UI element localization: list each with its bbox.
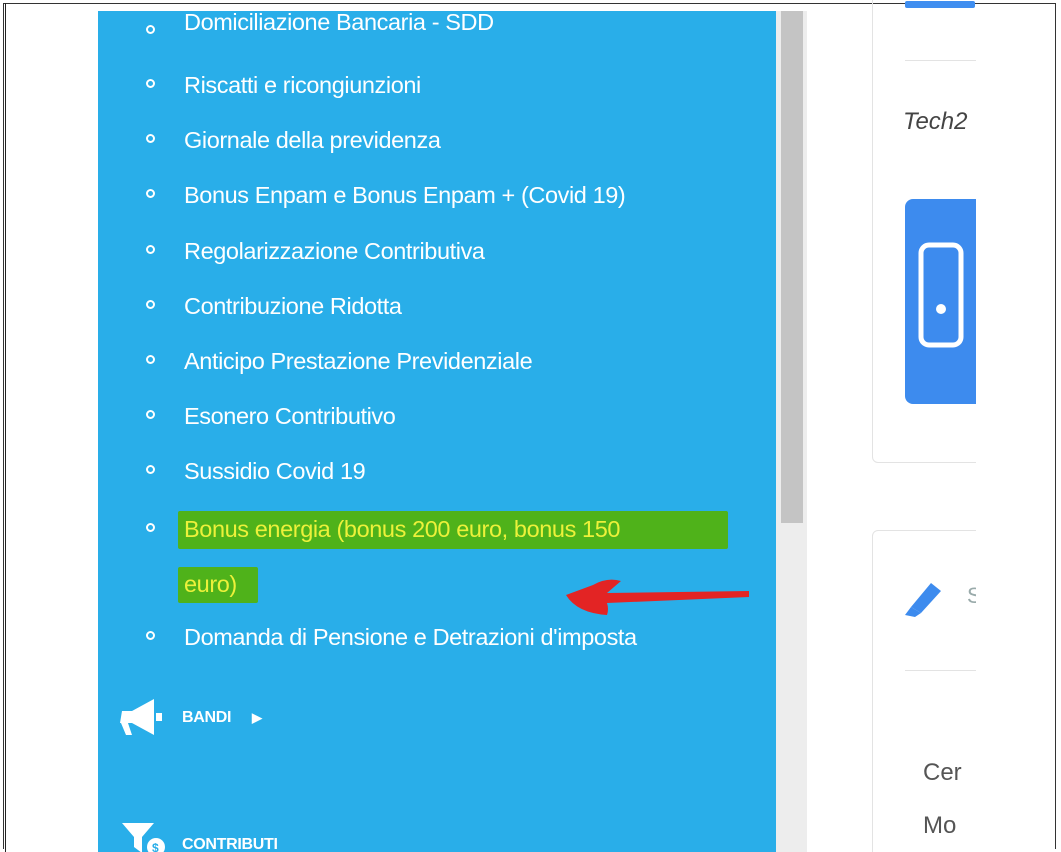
section-label: CONTRIBUTI (182, 836, 278, 852)
sidebar-item-label: Giornale della previdenza (184, 127, 441, 153)
divider (905, 60, 976, 61)
bullet-icon (146, 465, 155, 474)
bullet-icon (146, 300, 155, 309)
sidebar-item-label: Contribuzione Ridotta (184, 293, 402, 319)
bullet-icon (146, 631, 155, 640)
red-arrow-annotation (566, 579, 749, 615)
sidebar-item-label-cont: euro) (184, 571, 237, 597)
sidebar-section-contributi[interactable]: $ CONTRIBUTI (120, 819, 370, 852)
sidebar-item-contribuzione-ridotta[interactable]: Contribuzione Ridotta (98, 286, 776, 326)
card-title: Tech2 (903, 108, 968, 135)
sidebar-item-domanda-pensione[interactable]: Domanda di Pensione e Detrazioni d'impos… (98, 617, 776, 657)
bullet-icon (146, 523, 155, 532)
bullet-icon (146, 355, 155, 364)
sidebar-item-label: Anticipo Prestazione Previdenziale (184, 348, 533, 374)
sidebar-item-esonero[interactable]: Esonero Contributivo (98, 396, 776, 436)
caret-right-icon: ▶ (252, 710, 262, 725)
divider (905, 670, 976, 671)
sidebar-item-label: Bonus energia (bonus 200 euro, bonus 150 (184, 516, 621, 542)
sidebar-item-label: Domiciliazione Bancaria - SDD (184, 11, 494, 35)
sidebar-item-giornale[interactable]: Giornale della previdenza (98, 120, 776, 160)
info-card: S Cer Mo (872, 530, 976, 852)
sidebar-item-label: Esonero Contributivo (184, 403, 396, 429)
left-border (5, 3, 6, 852)
card-header-text: S (967, 583, 976, 608)
sidebar-item-riscatti[interactable]: Riscatti e ricongiunzioni (98, 65, 776, 105)
bullet-icon (146, 25, 155, 34)
card-top-image (905, 1, 975, 8)
pencil-icon (905, 583, 941, 617)
sidebar-item-label: Sussidio Covid 19 (184, 458, 366, 484)
card-image-tile[interactable] (905, 199, 976, 404)
bullet-icon (146, 79, 155, 88)
sidebar-menu: Domiciliazione Bancaria - SDD Riscatti e… (98, 11, 776, 852)
card-text-line: Mo (923, 812, 957, 839)
sidebar-item-label: Domanda di Pensione e Detrazioni d'impos… (184, 624, 637, 650)
filter-icon: $ (122, 823, 165, 852)
card-text-line: Cer (923, 759, 962, 786)
svg-text:$: $ (152, 841, 159, 852)
sidebar-item-regolarizzazione[interactable]: Regolarizzazione Contributiva (98, 231, 776, 271)
sidebar-item-domiciliazione[interactable]: Domiciliazione Bancaria - SDD (98, 11, 776, 51)
sidebar-item-bonus-enpam[interactable]: Bonus Enpam e Bonus Enpam + (Covid 19) (98, 175, 776, 215)
scrollbar-thumb[interactable] (781, 11, 803, 523)
sidebar-section-bandi[interactable]: BANDI ▶ (120, 697, 320, 737)
sidebar-item-label: Regolarizzazione Contributiva (184, 238, 485, 264)
info-card: Tech2 (872, 0, 976, 463)
sidebar-item-sussidio[interactable]: Sussidio Covid 19 (98, 451, 776, 491)
section-label: BANDI (182, 709, 232, 726)
sidebar-item-label: Bonus Enpam e Bonus Enpam + (Covid 19) (184, 182, 626, 208)
sidebar-item-label: Riscatti e ricongiunzioni (184, 72, 421, 98)
bullet-icon (146, 134, 155, 143)
bullet-icon (146, 410, 155, 419)
bullet-icon (146, 245, 155, 254)
sidebar-item-bonus-energia[interactable]: Bonus energia (bonus 200 euro, bonus 150 (98, 509, 776, 549)
right-content-panel: Tech2 S Cer Mo (872, 0, 976, 852)
device-icon (918, 242, 964, 348)
megaphone-icon (120, 699, 162, 735)
sidebar-item-anticipo[interactable]: Anticipo Prestazione Previdenziale (98, 341, 776, 381)
bullet-icon (146, 189, 155, 198)
